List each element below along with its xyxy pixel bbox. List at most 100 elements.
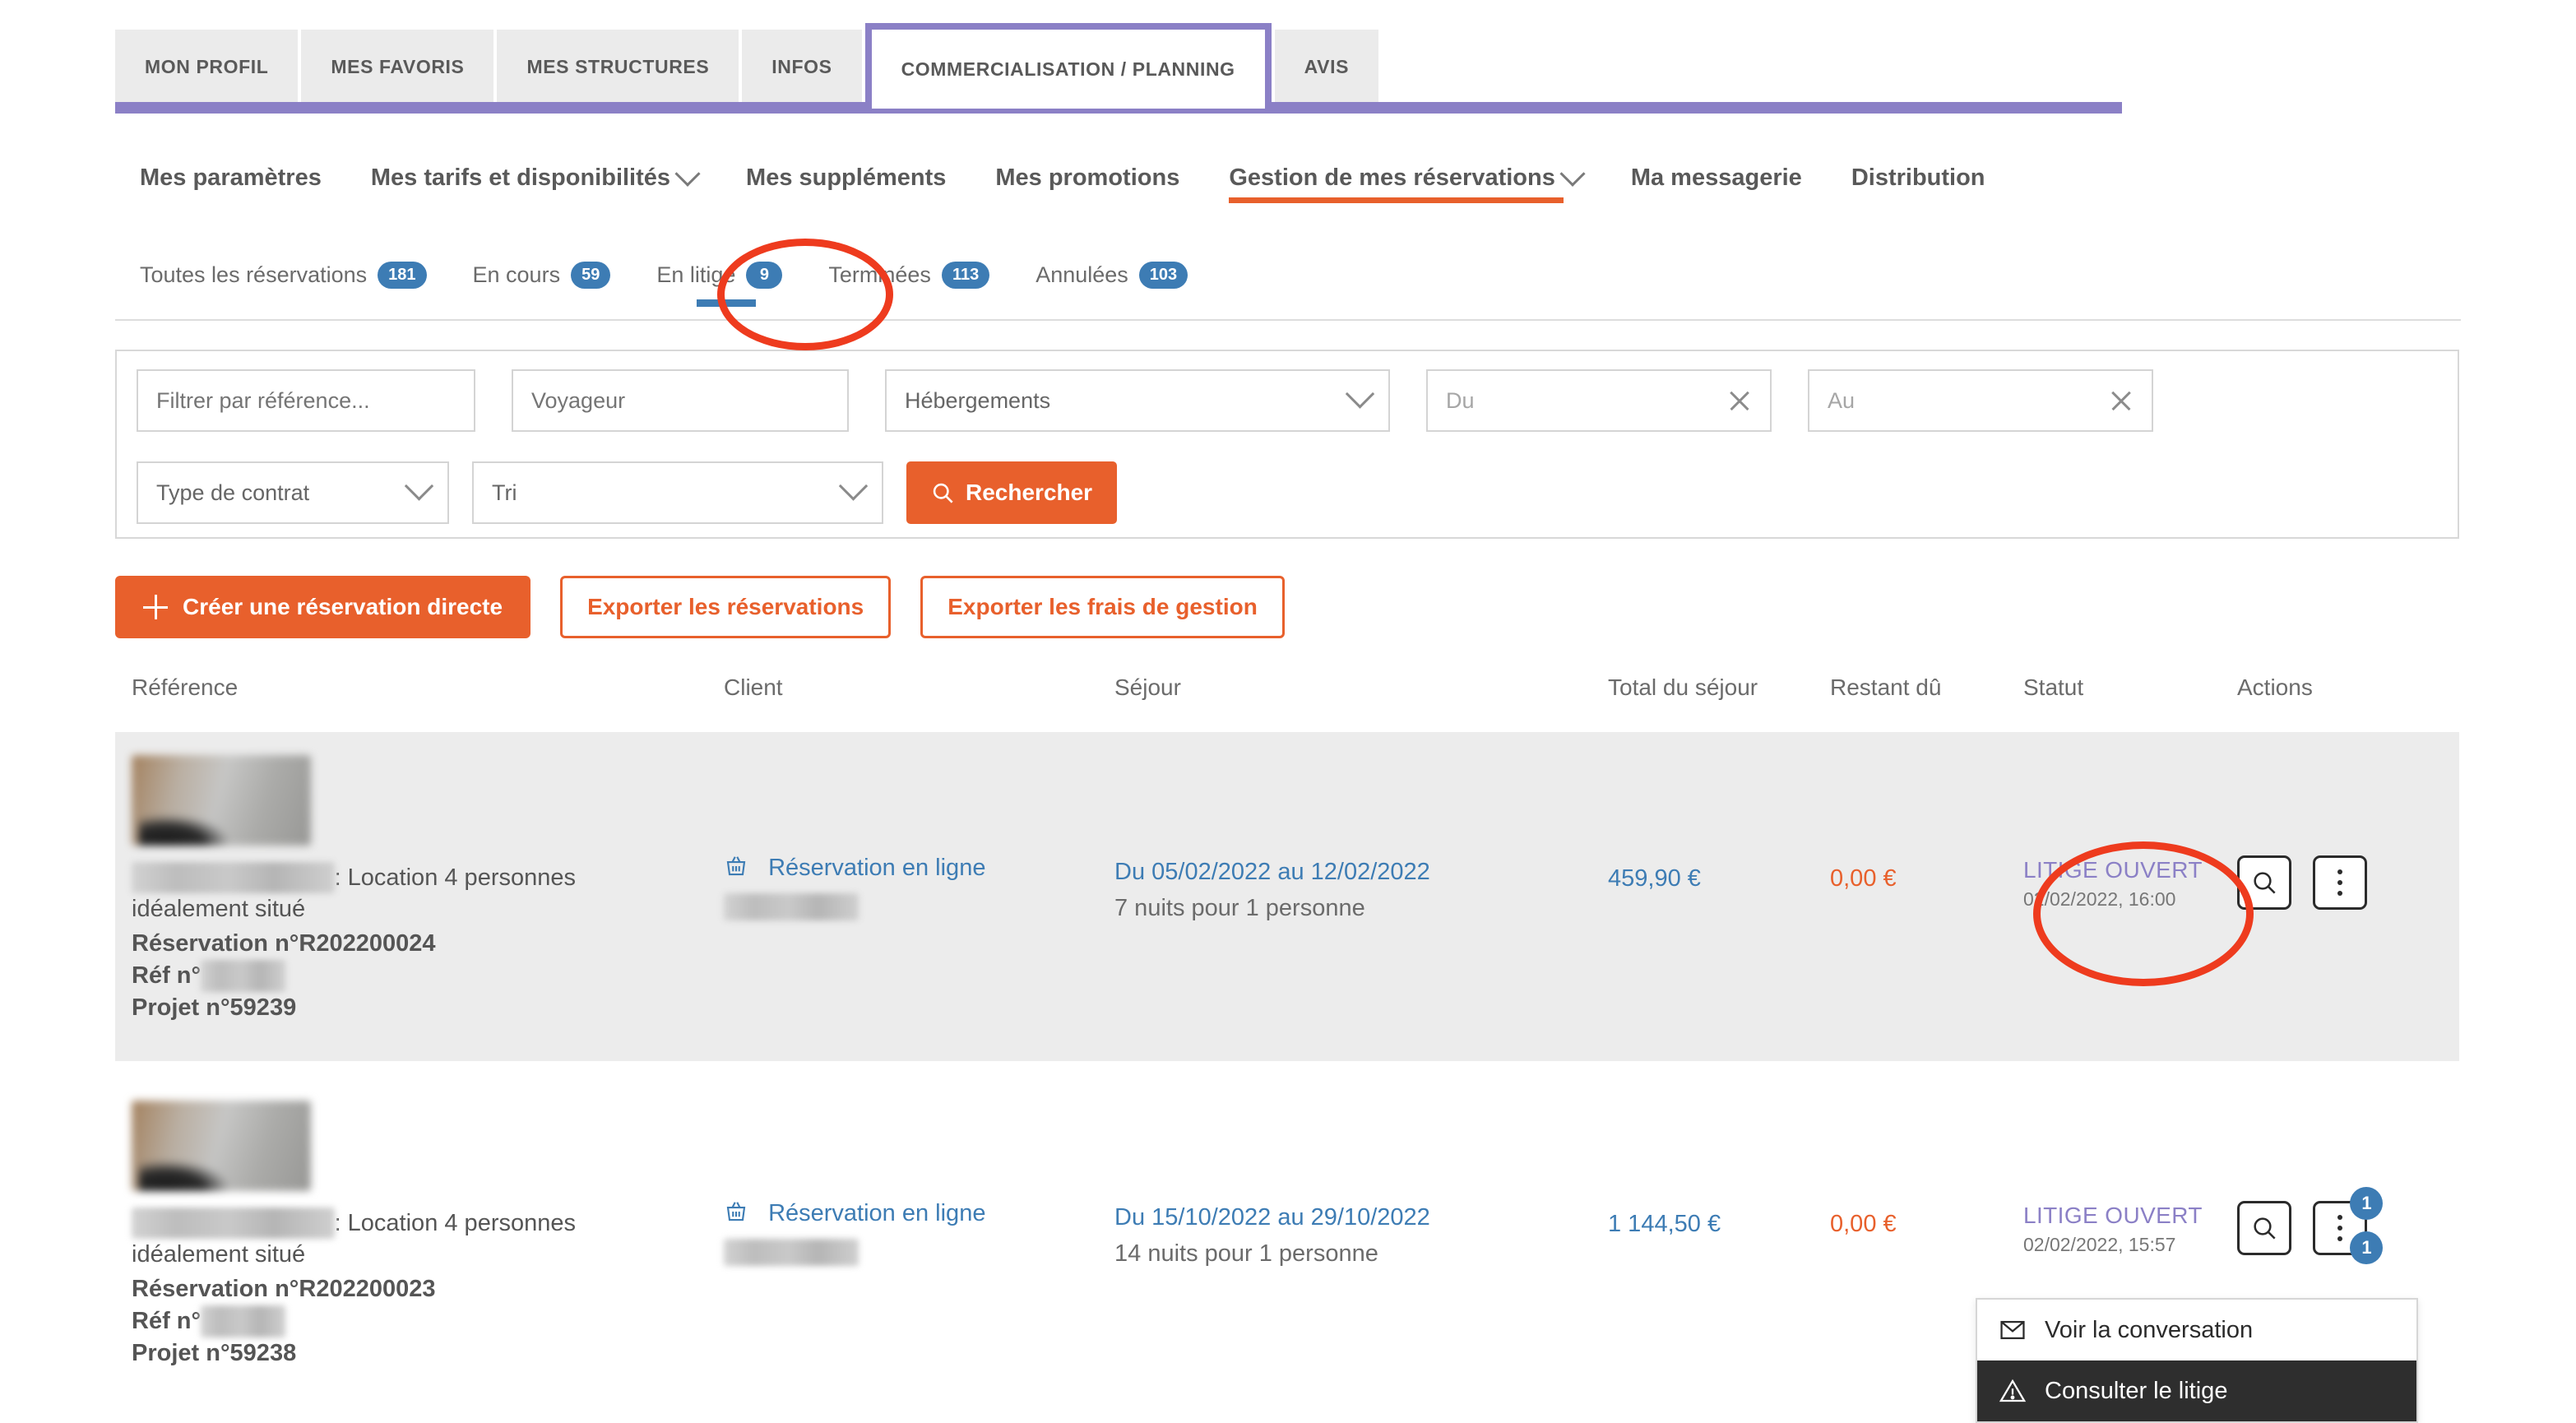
reference-meta: Réservation n°R202200024 Réf n°█████ Pro… [132, 928, 435, 1024]
reference-meta: Réservation n°R202200023 Réf n°█████ Pro… [132, 1273, 435, 1370]
client-type-label[interactable]: Réservation en ligne [768, 1200, 985, 1226]
redacted-client-name: ████████ [724, 1239, 859, 1266]
ref-number-label: Réf n° [132, 962, 202, 990]
exporter-les-frais-de-gestion-label: Exporter les frais de gestion [947, 594, 1258, 619]
view-details-button[interactable] [2237, 1201, 2291, 1255]
warning-triangle-icon [1999, 1379, 2027, 1402]
menu-item-voir-la-conversation[interactable]: Voir la conversation [1977, 1300, 2416, 1360]
date-du-field[interactable]: Du [1426, 369, 1772, 432]
tab-mes-favoris[interactable]: MES FAVORIS [301, 30, 494, 104]
sub-tab-terminees[interactable]: Terminées 113 [828, 262, 990, 307]
rechercher-button[interactable]: Rechercher [906, 461, 1118, 524]
menu-item-mes-parametres[interactable]: Mes paramètres [140, 165, 322, 203]
chevron-down-icon [404, 470, 434, 501]
tab-infos[interactable]: INFOS [742, 30, 862, 104]
sejour-dates[interactable]: Du 15/10/2022 au 29/10/2022 [1114, 1199, 1430, 1235]
menu-item-mes-supplements[interactable]: Mes suppléments [746, 165, 946, 203]
sub-tab-en-cours[interactable]: En cours 59 [473, 262, 611, 307]
date-au-field[interactable]: Au [1808, 369, 2153, 432]
cell-total-sejour: 1 144,50 € [1608, 1211, 1721, 1237]
menu-label: Mes paramètres [140, 165, 322, 191]
menu-item-gestion-reservations[interactable]: Gestion de mes réservations [1229, 160, 1586, 203]
table-row[interactable]: ████████████: Location 4 personnes idéal… [115, 732, 2459, 1061]
more-vertical-icon [2337, 1215, 2343, 1241]
cell-restant-du: 0,00 € [1830, 865, 1897, 892]
client-subline: ████████ [724, 1239, 985, 1266]
exporter-les-reservations-button[interactable]: Exporter les réservations [560, 576, 892, 638]
sejour-dates[interactable]: Du 05/02/2022 au 12/02/2022 [1114, 854, 1430, 890]
filter-panel: Hébergements Du Au Type de contrat Tri R… [115, 350, 2459, 539]
property-thumbnail [132, 755, 311, 846]
menu-item-mes-tarifs-disponibilites[interactable]: Mes tarifs et disponibilités [370, 160, 701, 203]
hebergements-select-value: Hébergements [905, 387, 1051, 413]
cell-client: Réservation en ligne ████████ [724, 854, 985, 920]
reservation-number: Réservation n°R202200023 [132, 1276, 436, 1302]
tab-mon-profil[interactable]: MON PROFIL [115, 30, 299, 104]
status-date: 02/02/2022, 15:57 [2023, 1234, 2176, 1255]
client-type-line[interactable]: Réservation en ligne [724, 854, 985, 882]
sub-tab-label: Terminées [828, 262, 931, 287]
column-header-total: Total du séjour [1608, 674, 1758, 700]
exporter-les-reservations-label: Exporter les réservations [587, 594, 864, 619]
menu-item-label: Voir la conversation [2045, 1316, 2254, 1343]
sub-tab-count-badge: 181 [378, 262, 427, 289]
tab-mes-structures[interactable]: MES STRUCTURES [497, 30, 739, 104]
reference-input[interactable] [137, 369, 475, 432]
view-details-button[interactable] [2237, 855, 2291, 910]
search-icon [2254, 872, 2276, 894]
menu-label: Mes tarifs et disponibilités [370, 165, 671, 191]
client-type-label[interactable]: Réservation en ligne [768, 855, 985, 881]
menu-label: Distribution [1851, 165, 1985, 191]
voyageur-input[interactable] [512, 369, 849, 432]
status-badge: LITIGE OUVERT [2023, 1203, 2203, 1228]
exporter-les-frais-de-gestion-button[interactable]: Exporter les frais de gestion [920, 576, 1285, 638]
clear-icon[interactable] [1727, 388, 1752, 413]
sub-tab-toutes-les-reservations[interactable]: Toutes les réservations 181 [140, 262, 427, 307]
column-header-actions: Actions [2237, 674, 2313, 700]
type-de-contrat-select[interactable]: Type de contrat [137, 461, 449, 524]
ref-number-label: Réf n° [132, 1308, 202, 1335]
cell-actions: 1 1 [2237, 1187, 2384, 1264]
more-actions-button[interactable]: 1 1 [2313, 1187, 2384, 1264]
search-icon [2254, 1217, 2276, 1240]
reservation-status-tabs: Toutes les réservations 181 En cours 59 … [140, 262, 1188, 307]
clear-icon[interactable] [2109, 388, 2134, 413]
cell-total-sejour: 459,90 € [1608, 865, 1701, 892]
column-header-statut: Statut [2023, 674, 2084, 700]
cell-sejour: Du 05/02/2022 au 12/02/2022 7 nuits pour… [1114, 854, 1430, 926]
sub-tab-annulees[interactable]: Annulées 103 [1035, 262, 1188, 307]
basket-icon [726, 1202, 746, 1221]
cell-actions [2237, 855, 2368, 910]
menu-item-ma-messagerie[interactable]: Ma messagerie [1631, 165, 1802, 203]
cell-reference: ████████████: Location 4 personnes idéal… [115, 732, 707, 1061]
top-tab-list: MON PROFIL MES FAVORIS MES STRUCTURES IN… [115, 23, 2461, 109]
cell-statut: LITIGE OUVERT 02/02/2022, 16:00 [2023, 857, 2203, 911]
client-type-line[interactable]: Réservation en ligne [724, 1199, 985, 1227]
redacted-ref-number: █████ [201, 960, 285, 993]
sub-tab-label: Toutes les réservations [140, 262, 368, 287]
hebergements-select[interactable]: Hébergements [885, 369, 1390, 432]
menu-item-distribution[interactable]: Distribution [1851, 165, 1985, 203]
menu-item-consulter-le-litige[interactable]: Consulter le litige [1977, 1360, 2416, 1421]
client-subline: ████████ [724, 893, 985, 920]
more-actions-button[interactable] [2313, 855, 2368, 910]
envelope-icon [2000, 1320, 2025, 1340]
basket-icon [726, 856, 746, 876]
sub-tab-en-litige[interactable]: En litige 9 [656, 262, 783, 307]
sub-tab-label: En litige [656, 262, 736, 287]
cell-statut: LITIGE OUVERT 02/02/2022, 15:57 [2023, 1203, 2203, 1256]
status-badge: LITIGE OUVERT [2023, 857, 2203, 883]
filter-row-2: Type de contrat Tri Rechercher [137, 461, 1118, 524]
projet-number: Projet n°59238 [132, 1340, 297, 1367]
column-header-sejour: Séjour [1114, 674, 1181, 700]
creer-reservation-directe-button[interactable]: Créer une réservation directe [115, 576, 531, 638]
tab-commercialisation-planning[interactable]: COMMERCIALISATION / PLANNING [864, 23, 1272, 109]
status-date: 02/02/2022, 16:00 [2023, 888, 2176, 910]
column-header-reference: Référence [132, 674, 239, 700]
menu-item-mes-promotions[interactable]: Mes promotions [995, 165, 1179, 203]
tab-avis[interactable]: AVIS [1274, 30, 1379, 104]
rechercher-button-label: Rechercher [966, 480, 1093, 505]
creer-reservation-directe-label: Créer une réservation directe [183, 594, 503, 619]
more-vertical-icon [2337, 869, 2343, 896]
tri-select[interactable]: Tri [472, 461, 883, 524]
